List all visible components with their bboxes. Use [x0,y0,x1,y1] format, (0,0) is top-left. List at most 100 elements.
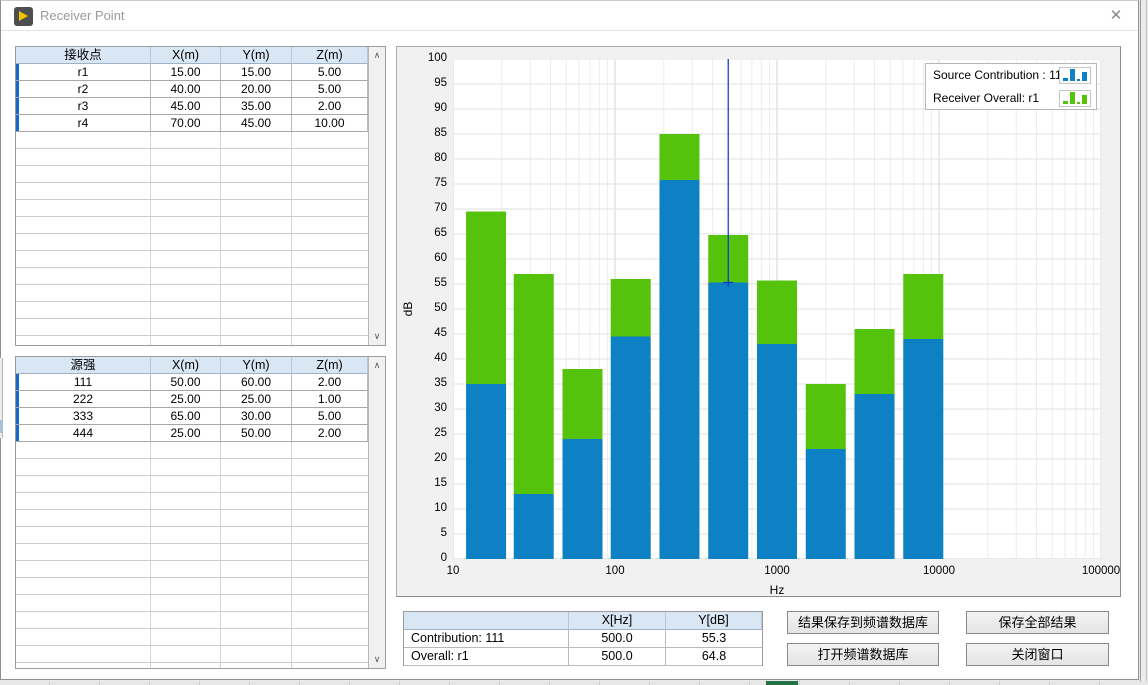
cell [16,302,151,319]
save-all-results-button[interactable]: 保存全部结果 [966,611,1109,634]
cell[interactable]: 5.00 [292,408,368,425]
readout-header-y: Y[dB] [666,612,762,630]
scroll-up-icon[interactable]: ∧ [369,358,385,373]
receiver-point-window: Receiver Point ✕ 接收点X(m)Y(m)Z(m)r115.001… [0,0,1139,680]
cell[interactable]: 5.00 [292,64,368,81]
cell [292,183,368,200]
cell [151,319,221,336]
receiver-table-scrollbar[interactable]: ∧ ∨ [368,47,385,345]
cell[interactable]: 25.00 [151,425,221,442]
y-tick-label: 30 [413,402,447,414]
open-spectrum-db-button[interactable]: 打开频谱数据库 [787,643,939,666]
cell [221,268,292,285]
cell[interactable]: 40.00 [151,81,221,98]
cell [16,166,151,183]
empty-row [16,442,368,459]
table-row[interactable]: 11150.0060.002.00 [16,374,368,391]
empty-row [16,336,368,345]
empty-row [16,234,368,251]
cell [292,510,368,527]
source-table-scrollbar[interactable]: ∧ ∨ [368,357,385,668]
cell[interactable]: 2.00 [292,425,368,442]
cell[interactable]: 50.00 [221,425,292,442]
cell [151,183,221,200]
cell[interactable]: 222 [16,391,151,408]
cell[interactable]: 65.00 [151,408,221,425]
cell [221,612,292,629]
cell[interactable]: 50.00 [151,374,221,391]
save-results-to-spectrum-db-button[interactable]: 结果保存到频谱数据库 [787,611,939,634]
close-icon[interactable]: ✕ [1102,5,1130,27]
close-window-button[interactable]: 关闭窗口 [966,643,1109,666]
scroll-up-icon[interactable]: ∧ [369,48,385,63]
cell[interactable]: 2.00 [292,98,368,115]
cell[interactable]: 35.00 [221,98,292,115]
cell [292,663,368,668]
cell[interactable]: 25.00 [151,391,221,408]
cell[interactable]: 2.00 [292,374,368,391]
scroll-down-icon[interactable]: ∨ [369,652,385,667]
cell[interactable]: 70.00 [151,115,221,132]
cell[interactable]: r1 [16,64,151,81]
y-tick-label: 5 [413,527,447,539]
table-row[interactable]: r345.0035.002.00 [16,98,368,115]
table-row[interactable]: r115.0015.005.00 [16,64,368,81]
cell [292,493,368,510]
empty-row [16,527,368,544]
cell [16,149,151,166]
cell[interactable]: r4 [16,115,151,132]
cell [16,183,151,200]
empty-row [16,561,368,578]
cell[interactable]: 15.00 [151,64,221,81]
legend-item-overall[interactable]: Receiver Overall: r1 [926,87,1096,110]
table-row[interactable]: r470.0045.0010.00 [16,115,368,132]
table-row[interactable]: 33365.0030.005.00 [16,408,368,425]
cell: Z(m) [292,47,368,64]
cell[interactable]: r2 [16,81,151,98]
background-green-fragment [766,681,798,685]
cell[interactable]: 60.00 [221,374,292,391]
cell[interactable]: 5.00 [292,81,368,98]
cell[interactable]: 15.00 [221,64,292,81]
y-tick-label: 70 [413,202,447,214]
y-tick-label: 60 [413,252,447,264]
x-tick-label: 1000 [764,565,790,577]
cell[interactable]: r3 [16,98,151,115]
empty-row [16,459,368,476]
cell [221,183,292,200]
cell[interactable]: 20.00 [221,81,292,98]
readout-name: Contribution: 111 [404,630,569,648]
cell [221,561,292,578]
table-row[interactable]: 44425.0050.002.00 [16,425,368,442]
y-tick-label: 40 [413,352,447,364]
empty-row [16,544,368,561]
cell[interactable]: 25.00 [221,391,292,408]
cell[interactable]: 45.00 [151,98,221,115]
cell[interactable]: 45.00 [221,115,292,132]
bar-overall-2000 [806,384,846,449]
cell[interactable]: 444 [16,425,151,442]
cell: Z(m) [292,357,368,374]
readout-y-value: 55.3 [666,630,762,648]
cell [16,459,151,476]
table-row[interactable]: 22225.0025.001.00 [16,391,368,408]
cell [292,149,368,166]
cell[interactable]: 111 [16,374,151,391]
cell[interactable]: 333 [16,408,151,425]
cell[interactable]: 1.00 [292,391,368,408]
x-tick-label: 10 [447,565,460,577]
cell [16,132,151,149]
cell [221,200,292,217]
cell [151,595,221,612]
receiver-points-grid[interactable]: 接收点X(m)Y(m)Z(m)r115.0015.005.00r240.0020… [16,47,368,345]
legend-item-contribution[interactable]: Source Contribution : 111 [926,64,1096,87]
x-tick-label: 100 [605,565,624,577]
cell[interactable]: 30.00 [221,408,292,425]
cell: Y(m) [221,47,292,64]
cell [292,336,368,345]
cell[interactable]: 10.00 [292,115,368,132]
scroll-down-icon[interactable]: ∨ [369,329,385,344]
source-strength-grid[interactable]: 源强X(m)Y(m)Z(m)11150.0060.002.0022225.002… [16,357,368,668]
chart-plot-area[interactable] [453,59,1101,559]
table-row[interactable]: r240.0020.005.00 [16,81,368,98]
